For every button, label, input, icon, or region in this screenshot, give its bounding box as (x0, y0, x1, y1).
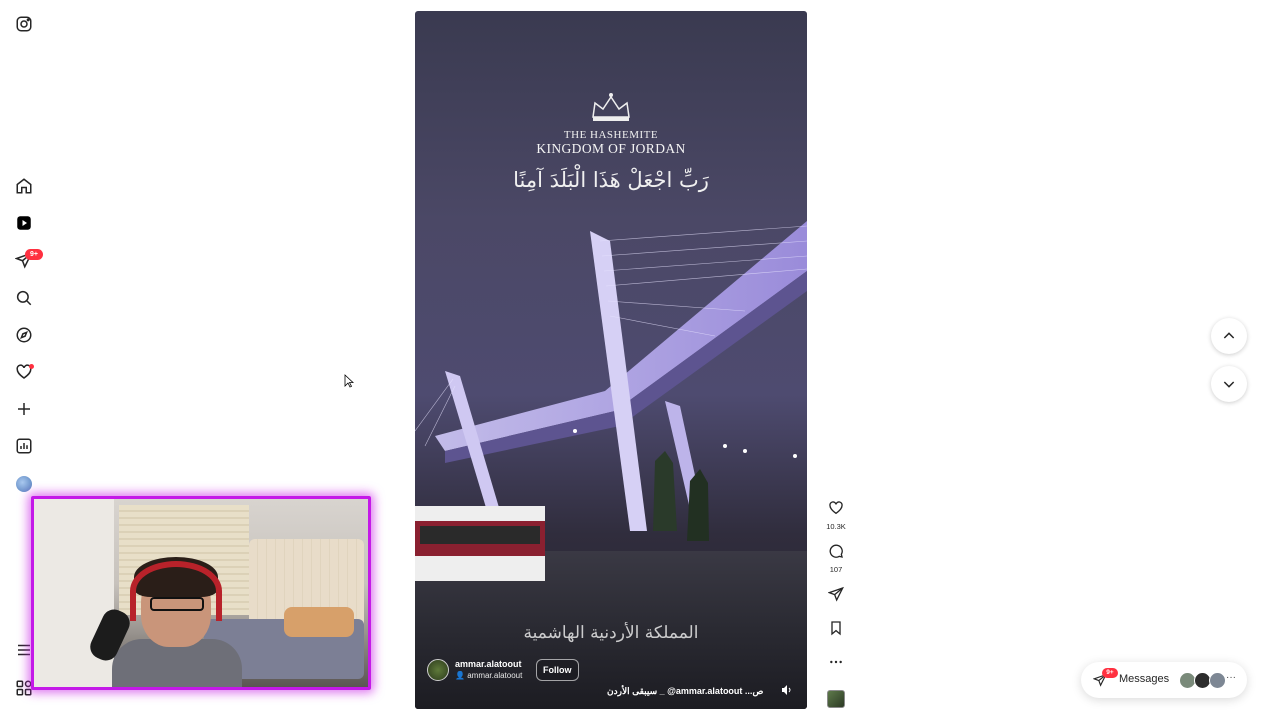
heart-icon (829, 501, 843, 515)
comment-icon (829, 544, 843, 558)
post-caption[interactable]: سيبقى الأردن _ @ammar.alatoout ...ص (607, 686, 763, 697)
more-options-button[interactable] (822, 654, 850, 675)
webcam-overlay (31, 496, 371, 690)
overlay-arabic-title: رَبِّ اجْعَلْ هَذَا الْبَلَدَ آمِنًا (513, 168, 709, 192)
profile-avatar[interactable] (16, 476, 32, 492)
more-dots-icon (830, 660, 842, 664)
webcam-glasses (150, 597, 204, 611)
message-avatar (1209, 672, 1226, 689)
mute-toggle-icon[interactable] (781, 684, 793, 696)
messages-button[interactable]: 9+ Messages ··· (1081, 662, 1247, 698)
post-author-username[interactable]: ammar.alatoout (455, 659, 522, 669)
like-button[interactable]: 10.3K (822, 500, 850, 531)
instagram-logo-icon[interactable] (12, 12, 36, 36)
webcam-pillow (284, 607, 354, 637)
comment-count: 107 (829, 565, 843, 574)
search-icon[interactable] (12, 286, 36, 310)
post-audio-user-label: ammar.alatoout (467, 671, 523, 680)
messenger-badge: 9+ (25, 249, 43, 260)
bookmark-icon (831, 621, 841, 636)
webcam-headset (130, 561, 222, 621)
audio-track-thumbnail[interactable] (827, 690, 845, 708)
overlay-title-top: THE HASHEMITE (563, 129, 659, 141)
reels-icon[interactable] (12, 211, 36, 235)
overlay-arabic-bottom: المملكة الأردنية الهاشمية (523, 623, 699, 643)
bridge-illustration (415, 221, 807, 581)
person-icon: 👤 (455, 671, 465, 680)
overlay-title-main: KINGDOM OF JORDAN (536, 141, 686, 156)
reel-video[interactable]: THE HASHEMITE KINGDOM OF JORDAN رَبِّ اج… (415, 11, 807, 709)
follow-button[interactable]: Follow (536, 659, 579, 681)
save-button[interactable] (822, 620, 850, 641)
create-icon[interactable] (12, 397, 36, 421)
share-button[interactable] (822, 586, 850, 607)
share-icon (827, 586, 844, 602)
post-audio-user[interactable]: 👤 ammar.alatoout (455, 671, 522, 680)
like-count: 10.3K (826, 522, 846, 531)
explore-icon[interactable] (12, 323, 36, 347)
chevron-down-icon (1223, 381, 1235, 388)
comment-button[interactable]: 107 (822, 543, 850, 574)
previous-reel-button[interactable] (1211, 318, 1247, 354)
messages-more: ··· (1226, 672, 1236, 683)
mouse-cursor-icon (344, 374, 354, 388)
post-author-avatar[interactable] (427, 659, 449, 681)
chevron-up-icon (1223, 332, 1235, 339)
messages-badge: 9+ (1102, 668, 1118, 678)
next-reel-button[interactable] (1211, 366, 1247, 402)
dashboard-icon[interactable] (12, 434, 36, 458)
notification-dot (29, 364, 34, 369)
crown-emblem (592, 93, 630, 121)
home-icon[interactable] (12, 174, 36, 198)
messages-label: Messages (1119, 673, 1170, 685)
